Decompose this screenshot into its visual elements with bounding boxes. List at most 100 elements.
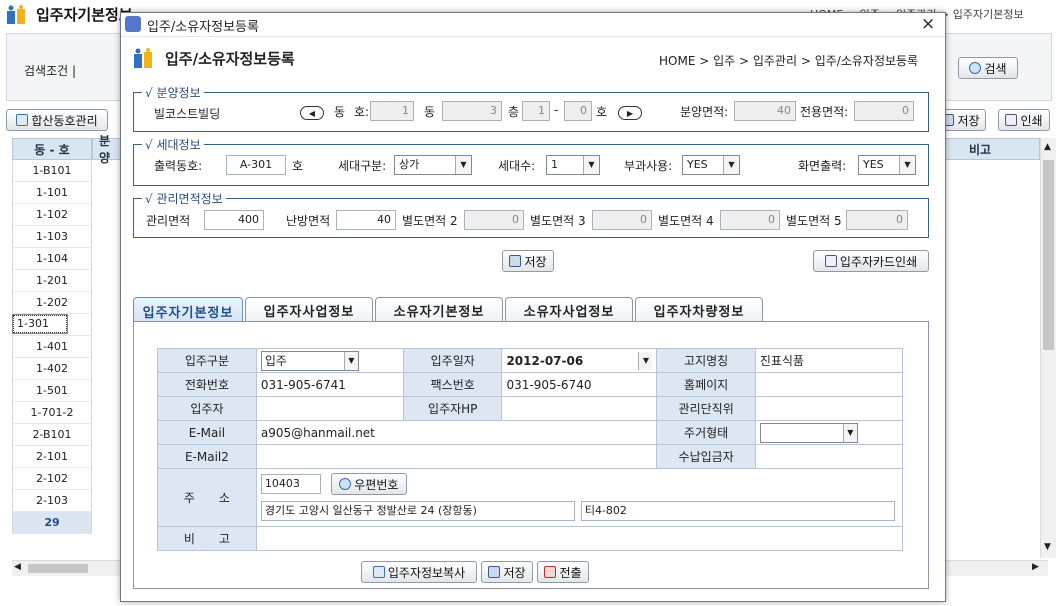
- vertical-scrollbar[interactable]: ▲ ▼: [1040, 138, 1056, 558]
- household-type-select[interactable]: 상가 ▼: [394, 155, 472, 175]
- tab-owner-business[interactable]: 소유자사업정보: [505, 297, 633, 323]
- payer-value[interactable]: [754, 444, 904, 469]
- table-row[interactable]: 1-102: [12, 204, 92, 226]
- printer-icon: [824, 255, 837, 267]
- table-row[interactable]: 1-B101: [12, 160, 92, 182]
- tab-resident-vehicle[interactable]: 입주자차량정보: [635, 297, 763, 323]
- sep-area4-input[interactable]: 0: [720, 210, 780, 230]
- zipcode-button[interactable]: 우편번호: [330, 473, 407, 495]
- chevron-down-icon: ▼: [343, 351, 358, 370]
- table-row[interactable]: 1-401: [12, 336, 92, 358]
- mgmt-area-input[interactable]: 400: [204, 210, 264, 230]
- table-row[interactable]: 2-103: [12, 490, 92, 512]
- bunyang-area-input[interactable]: 40: [734, 101, 796, 121]
- column-bunyang[interactable]: 분양: [92, 134, 122, 165]
- copy-resident-button[interactable]: 입주자정보복사: [361, 561, 477, 583]
- move-date-label: 입주일자: [402, 348, 503, 373]
- tab-resident-basic[interactable]: 입주자기본정보: [133, 297, 243, 324]
- table-row[interactable]: 1-201: [12, 270, 92, 292]
- phone-label: 전화번호: [157, 372, 257, 397]
- table-row[interactable]: 1-701-2: [12, 402, 92, 424]
- table-row[interactable]: 2-B101: [12, 424, 92, 446]
- homepage-value[interactable]: [754, 372, 904, 397]
- next-unit-button[interactable]: ▶: [618, 106, 642, 120]
- floor-input[interactable]: 3: [442, 101, 502, 121]
- dialog-titlebar[interactable]: 입주/소유자정보등록 ×: [121, 13, 945, 37]
- table-row[interactable]: 1-101: [12, 182, 92, 204]
- unit-input[interactable]: 1: [522, 101, 550, 121]
- sub-unit-input[interactable]: 0: [564, 101, 592, 121]
- search-button[interactable]: 검색: [958, 57, 1018, 79]
- position-value[interactable]: [754, 396, 904, 421]
- dong-input[interactable]: 1: [370, 101, 414, 121]
- chevron-down-icon: ▼: [723, 156, 739, 174]
- mgmt-area-label: 관리면적: [146, 214, 191, 228]
- tab-resident-business[interactable]: 입주자사업정보: [245, 297, 373, 323]
- payer-label: 수납입금자: [656, 444, 756, 469]
- table-row[interactable]: 1-501: [12, 380, 92, 402]
- scroll-down-icon[interactable]: ▼: [1044, 542, 1051, 552]
- dialog-breadcrumb: HOME > 입주 > 입주관리 > 입주/소유자정보등록: [659, 54, 919, 68]
- table-row-selected[interactable]: 1-301: [12, 314, 68, 334]
- address2-input[interactable]: 티4-802: [580, 501, 895, 521]
- move-date-picker[interactable]: 2012-07-06 ▼: [506, 351, 653, 371]
- print-card-button[interactable]: 입주자카드인쇄: [813, 250, 929, 272]
- sep-area5-input[interactable]: 0: [846, 210, 908, 230]
- scroll-left-icon[interactable]: ◀: [14, 562, 21, 572]
- table-row[interactable]: 1-402: [12, 358, 92, 380]
- save-resident-button[interactable]: 저장: [481, 561, 533, 583]
- sep-area3-label: 별도면적 3: [530, 214, 586, 228]
- screen-output-select[interactable]: YES ▼: [858, 155, 916, 175]
- ho-label: 호:: [354, 105, 370, 119]
- scroll-right-icon[interactable]: ▶: [1032, 562, 1039, 572]
- email-value[interactable]: a905@hanmail.net: [255, 420, 658, 445]
- total-count: 29: [12, 512, 92, 534]
- household-count-label: 세대수:: [498, 159, 536, 173]
- charge-use-label: 부과사용:: [624, 159, 673, 173]
- print-button[interactable]: 인쇄: [998, 109, 1050, 131]
- table-row[interactable]: 1-103: [12, 226, 92, 248]
- notice-name-value[interactable]: 진표식품: [754, 348, 904, 373]
- prev-unit-button[interactable]: ◀: [300, 106, 324, 120]
- save-icon: [509, 255, 522, 267]
- email2-value[interactable]: [255, 444, 658, 469]
- sep-area3-input[interactable]: 0: [592, 210, 652, 230]
- close-icon[interactable]: ×: [921, 14, 935, 34]
- household-count-select[interactable]: 1 ▼: [546, 155, 600, 175]
- ho-suffix: 호: [596, 105, 608, 119]
- search-label: 검색조건 |: [24, 64, 77, 78]
- email2-label: E-Mail2: [157, 444, 257, 469]
- table-row[interactable]: 1-202: [12, 292, 92, 314]
- exclusive-area-input[interactable]: 0: [854, 101, 914, 121]
- zipcode-input[interactable]: 10403: [260, 474, 321, 494]
- move-out-button[interactable]: 전출: [537, 561, 589, 583]
- save-area-button[interactable]: 저장: [502, 250, 554, 272]
- table-row[interactable]: 2-101: [12, 446, 92, 468]
- hscroll-thumb[interactable]: [28, 564, 88, 573]
- address1-input[interactable]: 경기도 고양시 일산동구 정발산로 24 (장항동): [260, 501, 575, 521]
- floor-suffix: 층: [508, 105, 520, 119]
- resident-value[interactable]: [255, 396, 405, 421]
- sep-area2-input[interactable]: 0: [464, 210, 524, 230]
- fax-value[interactable]: 031-905-6740: [501, 372, 658, 397]
- scroll-up-icon[interactable]: ▲: [1044, 142, 1051, 152]
- charge-use-select[interactable]: YES ▼: [682, 155, 740, 175]
- tab-owner-basic[interactable]: 소유자기본정보: [375, 297, 503, 323]
- scroll-thumb[interactable]: [1043, 160, 1054, 350]
- building-name: 빌코스트빌딩: [154, 107, 221, 121]
- residence-type-select[interactable]: ▼: [759, 422, 858, 443]
- table-row[interactable]: 1-104: [12, 248, 92, 270]
- chevron-down-icon: ▼: [899, 156, 915, 174]
- move-type-select[interactable]: 입주 ▼: [260, 350, 359, 371]
- table-row[interactable]: 2-102: [12, 468, 92, 490]
- chevron-down-icon: ▼: [455, 156, 471, 174]
- move-type-label: 입주구분: [157, 348, 257, 373]
- column-dongho[interactable]: 동 - 호: [12, 138, 92, 160]
- output-dongho-input[interactable]: A-301: [226, 155, 286, 175]
- group-dongho-button[interactable]: 합산동호관리: [6, 109, 108, 131]
- sep-area5-label: 별도면적 5: [786, 214, 842, 228]
- resident-hp-value[interactable]: [501, 396, 658, 421]
- heat-area-input[interactable]: 40: [336, 210, 396, 230]
- remark-value[interactable]: [255, 526, 904, 551]
- phone-value[interactable]: 031-905-6741: [255, 372, 405, 397]
